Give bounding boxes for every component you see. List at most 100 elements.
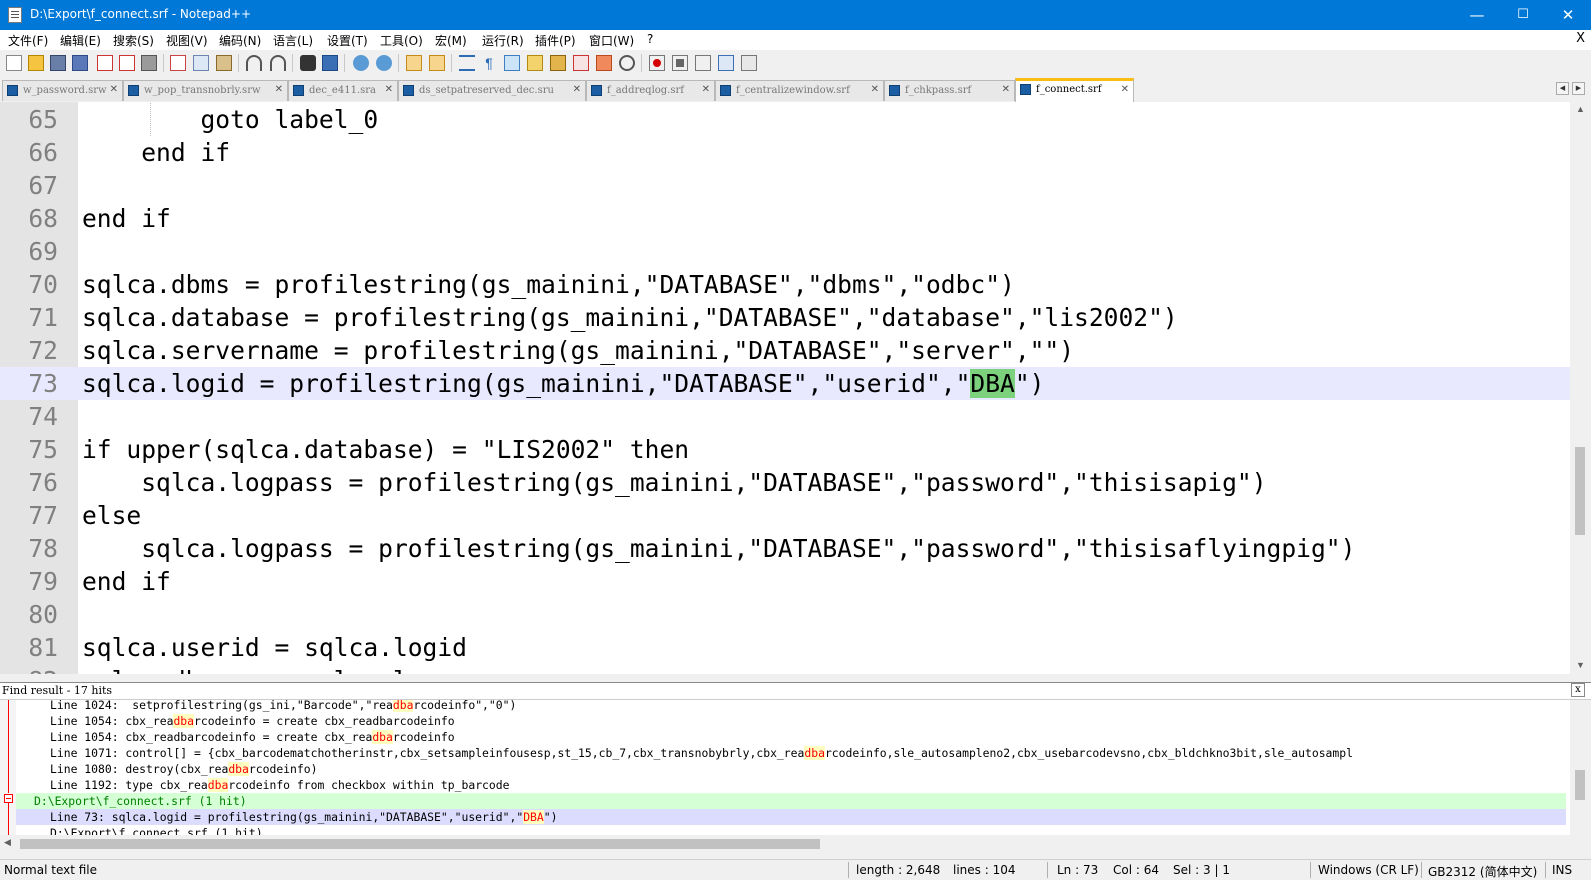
tab-f-chkpass[interactable]: f_chkpass.srf ✕ — [884, 80, 1015, 101]
find-result-panel[interactable]: Line 1024: setprofilestring(gs_ini,"Barc… — [0, 700, 1591, 835]
tab-scroll-left-button[interactable]: ◀ — [1556, 82, 1569, 95]
code-line: 72 sqlca.servername = profilestring(gs_m… — [28, 336, 1075, 365]
function-list-icon[interactable] — [573, 55, 589, 71]
find-horizontal-scrollbar[interactable]: ◀ — [0, 835, 1570, 852]
run-macro-multiple-icon[interactable] — [718, 55, 734, 71]
menu-encoding[interactable]: 编码(N) — [219, 32, 261, 49]
zoom-in-icon[interactable] — [353, 55, 369, 71]
scroll-down-icon[interactable]: ▼ — [1570, 660, 1591, 670]
tab-close-icon[interactable]: ✕ — [573, 84, 581, 95]
indent-guide-icon[interactable] — [504, 55, 520, 71]
close-icon[interactable] — [97, 55, 113, 71]
find-icon[interactable] — [300, 55, 316, 71]
tab-close-icon[interactable]: ✕ — [110, 84, 118, 95]
find-result-close-button[interactable]: x — [1571, 683, 1585, 697]
menu-settings[interactable]: 设置(T) — [327, 32, 368, 49]
find-result-line[interactable]: Line 1192: type cbx_readbarcodeinfo from… — [16, 777, 1566, 793]
code-line: 81 sqlca.userid = sqlca.logid — [28, 633, 467, 662]
doc-map-icon[interactable] — [550, 55, 566, 71]
stop-macro-icon[interactable] — [672, 55, 688, 71]
editor-vertical-scrollbar[interactable]: ▲ ▼ — [1570, 102, 1591, 674]
find-result-line[interactable]: Line 1054: cbx_readbarcodeinfo = create … — [16, 713, 1566, 729]
tab-dec-e411[interactable]: dec_e411.sra ✕ — [288, 80, 398, 101]
status-insert-mode[interactable]: INS — [1552, 863, 1572, 877]
tab-w-password[interactable]: w_password.srw ✕ — [2, 80, 123, 101]
find-result-line-selected[interactable]: Line 73: sqlca.logid = profilestring(gs_… — [16, 809, 1566, 825]
menu-run[interactable]: 运行(R) — [482, 32, 524, 49]
cut-icon[interactable] — [170, 55, 186, 71]
scroll-left-icon[interactable]: ◀ — [4, 837, 11, 848]
zoom-out-icon[interactable] — [376, 55, 392, 71]
close-all-icon[interactable] — [119, 55, 135, 71]
monitoring-icon[interactable] — [619, 55, 635, 71]
menu-macro[interactable]: 宏(M) — [435, 32, 467, 49]
open-file-icon[interactable] — [28, 55, 44, 71]
scroll-up-icon[interactable]: ▲ — [1570, 104, 1591, 114]
show-all-chars-icon[interactable]: ¶ — [481, 55, 497, 71]
menu-view[interactable]: 视图(V) — [166, 32, 208, 49]
find-result-file-header[interactable]: D:\Export\f_connect.srf (1 hit) — [16, 793, 1566, 809]
new-file-icon[interactable] — [6, 55, 22, 71]
tab-close-icon[interactable]: ✕ — [702, 84, 710, 95]
status-encoding[interactable]: GB2312 (简体中文) — [1428, 863, 1537, 880]
minimize-button[interactable]: — — [1454, 0, 1500, 30]
play-macro-icon[interactable] — [695, 55, 711, 71]
tab-close-icon[interactable]: ✕ — [1002, 84, 1010, 95]
find-vertical-scrollbar[interactable] — [1570, 700, 1591, 852]
tab-f-addreqlog[interactable]: f_addreqlog.srf ✕ — [586, 80, 715, 101]
code-line: 65 goto label_0 — [28, 103, 379, 136]
scrollbar-thumb[interactable] — [20, 839, 820, 849]
tab-f-connect[interactable]: f_connect.srf ✕ — [1015, 78, 1134, 102]
word-wrap-icon[interactable] — [459, 55, 475, 71]
tab-f-centralizewindow[interactable]: f_centralizewindow.srf ✕ — [715, 80, 884, 101]
menu-file[interactable]: 文件(F) — [8, 32, 48, 49]
close-document-button[interactable]: X — [1576, 31, 1585, 46]
find-result-line[interactable]: Line 1024: setprofilestring(gs_ini,"Barc… — [16, 700, 1566, 713]
menu-help[interactable]: ? — [647, 32, 653, 46]
status-eol[interactable]: Windows (CR LF) — [1318, 863, 1419, 877]
code-editor[interactable]: 65 goto label_0 66 end if 67 68 end if 6… — [0, 102, 1591, 674]
tab-close-icon[interactable]: ✕ — [1121, 84, 1129, 95]
maximize-button[interactable]: ☐ — [1500, 0, 1546, 30]
sync-vertical-icon[interactable] — [406, 55, 422, 71]
find-result-line[interactable]: Line 1071: control[] = {cbx_barcodematch… — [16, 745, 1566, 761]
tab-close-icon[interactable]: ✕ — [385, 84, 393, 95]
user-lang-icon[interactable] — [527, 55, 543, 71]
menu-search[interactable]: 搜索(S) — [113, 32, 154, 49]
menu-language[interactable]: 语言(L) — [273, 32, 313, 49]
code-line: 75 if upper(sqlca.database) = "LIS2002" … — [28, 435, 690, 464]
tab-ds-setpatreserved-dec[interactable]: ds_setpatreserved_dec.sru ✕ — [398, 80, 586, 101]
scrollbar-thumb[interactable] — [1575, 447, 1585, 535]
save-macro-icon[interactable] — [741, 55, 757, 71]
tab-w-pop-transnobrly[interactable]: w_pop_transnobrly.srw ✕ — [123, 80, 288, 101]
code-line: 74 — [28, 402, 58, 431]
sync-horizontal-icon[interactable] — [429, 55, 445, 71]
document-icon — [293, 85, 304, 96]
redo-icon[interactable] — [270, 55, 286, 71]
save-all-icon[interactable] — [72, 55, 88, 71]
tab-close-icon[interactable]: ✕ — [275, 84, 283, 95]
toolbar-separator — [238, 54, 239, 72]
save-icon[interactable] — [50, 55, 66, 71]
find-result-line[interactable]: D:\Export\f_connect.srf (1 hit) — [16, 825, 1566, 835]
copy-icon[interactable] — [193, 55, 209, 71]
code-line: 66 end if — [28, 138, 231, 167]
folder-workspace-icon[interactable] — [596, 55, 612, 71]
close-button[interactable]: ✕ — [1545, 0, 1591, 30]
undo-icon[interactable] — [246, 55, 262, 71]
scrollbar-thumb[interactable] — [1575, 770, 1585, 800]
tab-close-icon[interactable]: ✕ — [871, 84, 879, 95]
record-macro-icon[interactable] — [649, 55, 665, 71]
menu-window[interactable]: 窗口(W) — [589, 32, 634, 49]
menu-edit[interactable]: 编辑(E) — [60, 32, 101, 49]
status-separator — [848, 862, 849, 878]
menu-plugins[interactable]: 插件(P) — [535, 32, 576, 49]
find-result-line[interactable]: Line 1054: cbx_readbarcodeinfo = create … — [16, 729, 1566, 745]
find-result-line[interactable]: Line 1080: destroy(cbx_readbarcodeinfo) — [16, 761, 1566, 777]
paste-icon[interactable] — [216, 55, 232, 71]
fold-collapse-icon[interactable] — [4, 794, 13, 803]
replace-icon[interactable] — [322, 55, 338, 71]
menu-tools[interactable]: 工具(O) — [380, 32, 423, 49]
print-icon[interactable] — [141, 55, 157, 71]
tab-scroll-right-button[interactable]: ▶ — [1572, 82, 1585, 95]
